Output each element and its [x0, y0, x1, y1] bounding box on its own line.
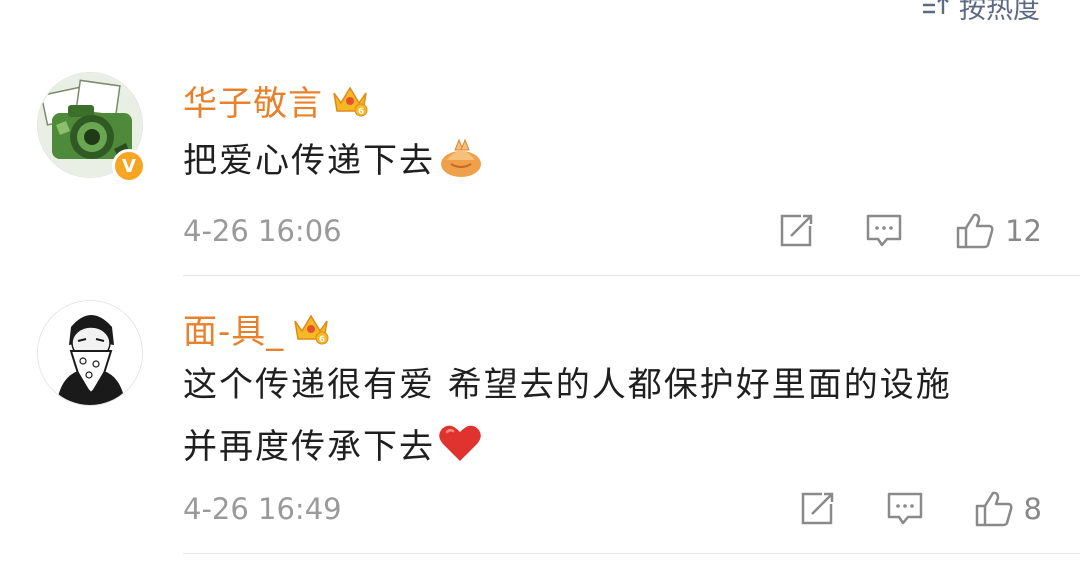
repost-icon	[801, 492, 833, 525]
like-button[interactable]: 8	[974, 490, 1042, 528]
comment-text: 把爱心传递下去	[183, 130, 485, 192]
repost-button[interactable]	[777, 212, 815, 250]
comment-actions: 8	[798, 490, 1042, 528]
avatar[interactable]	[37, 300, 143, 406]
vip-crown-icon: 6	[294, 314, 329, 345]
like-count: 8	[1023, 492, 1042, 526]
masked-figure-avatar-image	[38, 301, 142, 405]
comment-actions: 12	[777, 212, 1042, 250]
repost-button[interactable]	[798, 490, 836, 528]
comment-text-line: 把爱心传递下去	[183, 141, 435, 181]
comment-item: 面-具_ 6 这个传递很有爱 希望去的人都保护好里面的设施 并再度传承下去 4-…	[0, 294, 1080, 556]
username[interactable]: 华子敬言	[183, 76, 323, 125]
username[interactable]: 面-具_	[183, 304, 284, 353]
comment-icon	[887, 492, 922, 525]
divider	[183, 553, 1080, 554]
like-count: 12	[1005, 214, 1042, 248]
red-heart-emoji	[439, 425, 481, 461]
comment-list: 按热度 V 华子敬言 6 把爱心传递下去 4-26 16:06 12 面-具_ …	[0, 0, 1080, 570]
repost-icon	[780, 214, 813, 247]
thumbs-up-icon	[975, 491, 1013, 527]
sort-by-hot-button[interactable]: 按热度	[921, 0, 1040, 25]
comment-item: V 华子敬言 6 把爱心传递下去 4-26 16:06 12	[0, 66, 1080, 276]
comment-text-line-2: 并再度传承下去	[183, 416, 952, 478]
clasped-hands-emoji	[441, 138, 481, 177]
reply-button[interactable]	[886, 490, 924, 528]
reply-button[interactable]	[865, 212, 903, 250]
comment-text: 这个传递很有爱 希望去的人都保护好里面的设施 并再度传承下去	[183, 354, 952, 478]
comment-text-line: 这个传递很有爱 希望去的人都保护好里面的设施	[183, 365, 952, 405]
like-button[interactable]: 12	[955, 212, 1042, 250]
svg-text:6: 6	[319, 335, 325, 345]
comment-time: 4-26 16:06	[183, 214, 342, 248]
sort-label: 按热度	[959, 0, 1040, 25]
divider	[183, 275, 1080, 276]
verified-badge-icon: V	[112, 149, 146, 183]
thumbs-up-icon	[956, 213, 994, 249]
sort-icon	[923, 0, 949, 14]
vip-crown-icon: 6	[333, 86, 368, 117]
comment-time: 4-26 16:49	[183, 492, 342, 526]
comment-icon	[866, 214, 902, 247]
avatar[interactable]: V	[37, 72, 146, 183]
svg-text:6: 6	[358, 107, 364, 117]
